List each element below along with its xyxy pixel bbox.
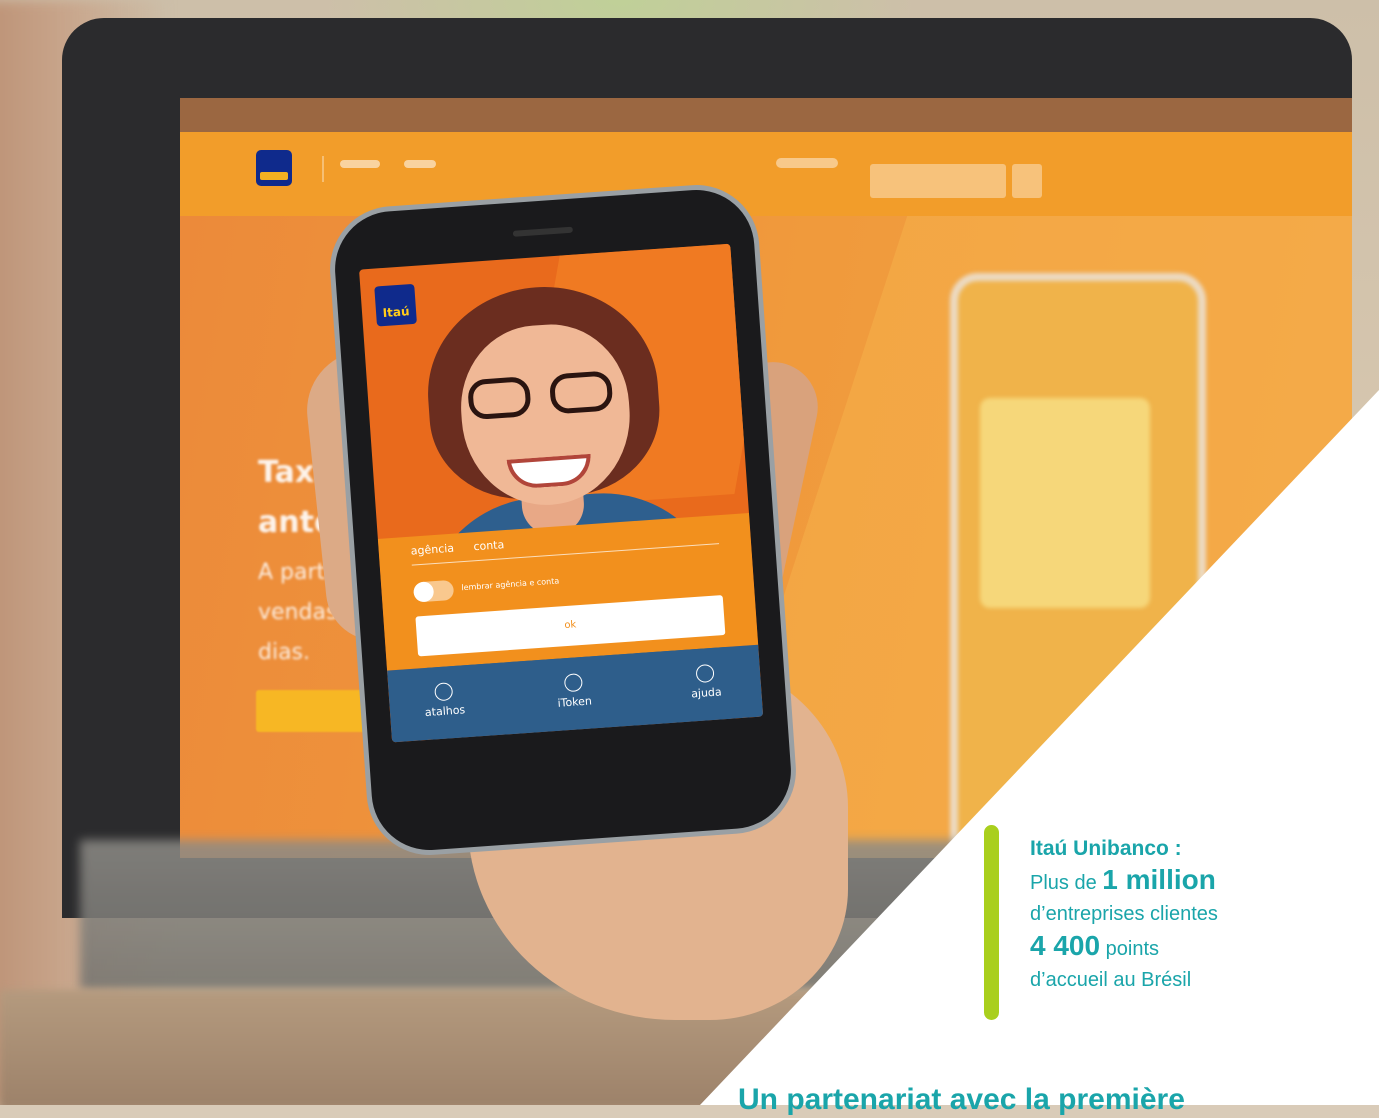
- stats-line: Plus de 1 million: [1030, 864, 1360, 899]
- stats-text: d’entreprises clientes: [1030, 903, 1218, 925]
- stats-text: Plus de: [1030, 872, 1103, 894]
- stats-line: 4 400 points: [1030, 930, 1360, 965]
- stats-text: d’accueil au Brésil: [1030, 969, 1192, 991]
- stats-block: Itaú Unibanco : Plus de 1 million d’entr…: [1030, 833, 1360, 996]
- stats-number: 1 million: [1102, 864, 1216, 895]
- stats-title: Itaú Unibanco :: [1030, 837, 1182, 860]
- headline: Un partenariat avec la première: [738, 1083, 1185, 1116]
- stats-number: 4 400: [1030, 930, 1101, 961]
- stats-text: points: [1100, 938, 1160, 960]
- highlight-bar: [984, 825, 999, 1020]
